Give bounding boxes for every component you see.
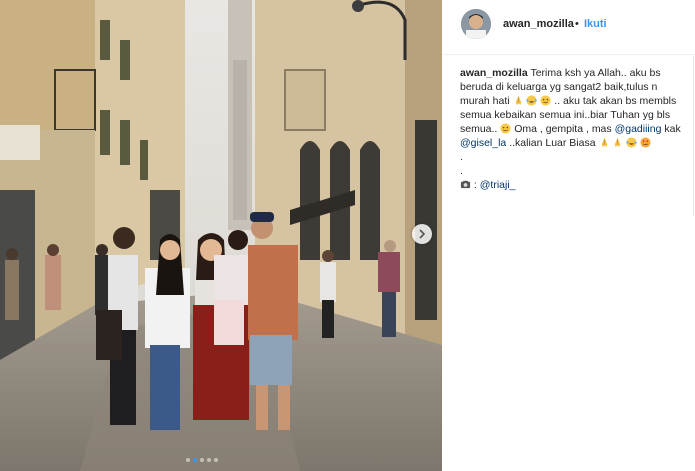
caption-kak: kak [664,123,681,135]
folded-hands-emoji-icon [601,137,607,148]
carousel-indicator [186,458,218,462]
post-photo[interactable] [0,0,442,471]
post-header: awan_mozilla • Ikuti [443,0,695,55]
camera-icon [460,180,471,189]
mention-gading-link[interactable]: @gadiiing [615,123,662,135]
post-details-panel: awan_mozilla • Ikuti awan_mozilla Terima… [443,0,695,471]
carousel-next-button[interactable] [412,224,432,244]
heart-eyes-emoji-icon [640,137,651,148]
caption-text-3: Oma , gempita , mas [514,123,612,135]
folded-hands-emoji-icon [615,137,621,148]
mention-photographer-link[interactable]: @triaji_ [480,179,516,191]
caption-scrollbar[interactable] [693,56,694,216]
caption-dot-2: . [460,165,463,177]
carousel-dot [214,458,218,462]
username-link[interactable]: awan_mozilla [503,18,574,30]
avatar[interactable] [461,9,491,39]
carousel-dot [207,458,211,462]
street-photo-image [0,0,442,471]
carousel-dot [186,458,190,462]
chevron-right-icon [419,229,426,239]
tears-of-joy-emoji-icon [526,95,538,106]
avatar-image [461,9,491,39]
post-caption: awan_mozilla Terima ksh ya Allah.. aku b… [460,66,688,192]
caption-text-4: ..kalian Luar Biasa [509,137,596,149]
caption-camera-separator: : [473,179,477,191]
header-separator: • [575,18,579,30]
folded-hands-emoji-icon [515,95,521,106]
smiling-emoji-icon [540,95,551,106]
tears-of-joy-emoji-icon [626,137,638,148]
carousel-dot [200,458,204,462]
mention-gisel-link[interactable]: @gisel_la [460,137,506,149]
carousel-dot-active [193,458,197,462]
caption-dot-1: . [460,151,463,163]
caption-username[interactable]: awan_mozilla [460,67,528,79]
follow-button[interactable]: Ikuti [584,18,607,30]
smiling-emoji-icon [500,123,511,134]
